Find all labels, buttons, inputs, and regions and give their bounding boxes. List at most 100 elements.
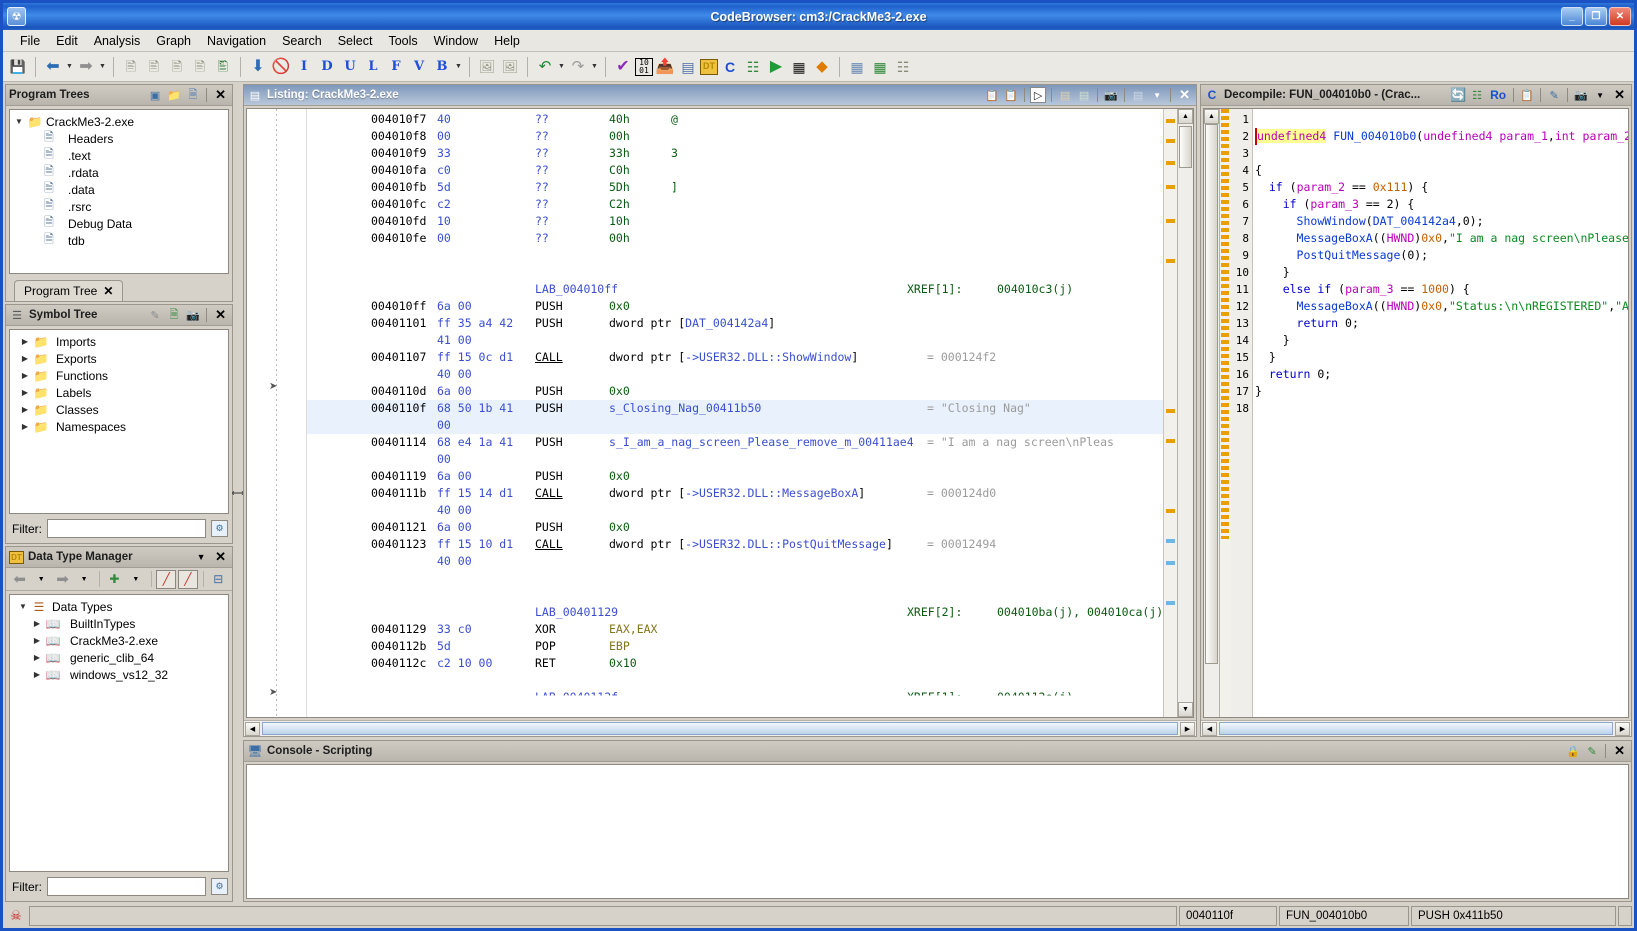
diff-view-icon[interactable]: ▤ bbox=[1057, 87, 1073, 103]
expand-twisty-icon[interactable]: ▼ bbox=[12, 117, 26, 126]
panel-menu-arrow-icon[interactable]: ▼ bbox=[193, 549, 209, 565]
maximize-button[interactable]: ❐ bbox=[1585, 7, 1607, 26]
listing-operand[interactable]: C0h bbox=[609, 162, 630, 179]
scroll-thumb[interactable] bbox=[1179, 126, 1192, 168]
next-instruction-icon[interactable]: 🖹 bbox=[120, 56, 142, 78]
ghidra-dragon-icon[interactable]: ☢ bbox=[7, 7, 26, 26]
filter-input[interactable] bbox=[47, 877, 206, 896]
tree-node-classes[interactable]: ▶ 📁 Classes bbox=[12, 401, 226, 418]
scroll-left-button[interactable]: ◀ bbox=[1202, 721, 1217, 736]
listing-operand[interactable]: 33h bbox=[609, 145, 630, 162]
filter-options-icon[interactable]: ⚙ bbox=[211, 878, 228, 895]
decompiler-line[interactable]: MessageBoxA((HWND)0x0,"Status:\n\nREGIST… bbox=[1255, 298, 1628, 315]
listing-operand[interactable]: 0x10 bbox=[609, 655, 637, 672]
filter-arrays-icon[interactable]: ╱ bbox=[178, 569, 198, 589]
tree-node-generic-clib-64[interactable]: ▶ 📖 generic_clib_64 bbox=[12, 649, 226, 666]
toggle-label-icon[interactable]: L bbox=[362, 56, 384, 78]
tree-node-data-types-root[interactable]: ▼ ☰ Data Types bbox=[12, 598, 226, 615]
listing-row-cont[interactable]: 00 bbox=[307, 417, 1163, 434]
expand-twisty-icon[interactable]: ▶ bbox=[18, 388, 32, 397]
save-icon[interactable]: 💾 bbox=[7, 56, 29, 78]
listing-row-instr[interactable]: 004010ff 6a 00 PUSH 0x0 bbox=[307, 298, 1163, 315]
tree-node-namespaces[interactable]: ▶ 📁 Namespaces bbox=[12, 418, 226, 435]
listing-horizontal-scrollbar[interactable]: ◀ ▶ bbox=[244, 720, 1196, 736]
listing-row-label[interactable]: LAB_00401129 XREF[2]: 004010ba(j), 004010c… bbox=[307, 604, 1163, 621]
next-label-icon[interactable]: 🖹 bbox=[189, 56, 211, 78]
back-dropdown-arrow-icon[interactable]: ▼ bbox=[65, 56, 74, 78]
decompiler-line[interactable]: if (param_3 == 2) { bbox=[1255, 196, 1628, 213]
listing-vertical-scrollbar[interactable]: ▲ ▼ bbox=[1177, 109, 1193, 717]
listing-row-blank[interactable] bbox=[307, 570, 1163, 587]
add-datatype-dropdown-arrow-icon[interactable]: ▼ bbox=[126, 570, 145, 589]
menu-navigation[interactable]: Navigation bbox=[199, 32, 274, 50]
listing-operand[interactable]: dword ptr [DAT_004142a4] bbox=[609, 315, 775, 332]
filter-options-icon[interactable]: ⚙ bbox=[211, 520, 228, 537]
listing-dropdown-arrow-icon[interactable]: ▼ bbox=[1149, 87, 1165, 103]
expand-twisty-icon[interactable]: ▶ bbox=[18, 405, 32, 414]
create-class-icon[interactable]: 🗎 bbox=[166, 307, 182, 323]
listing-row-data[interactable]: 004010f9 33?? 33h 3 bbox=[307, 145, 1163, 162]
decompiler-line[interactable]: } bbox=[1255, 383, 1628, 400]
listing-mnemonic[interactable]: CALL bbox=[535, 536, 563, 553]
decompiler-line[interactable]: MessageBoxA((HWND)0x0,"I am a nag screen… bbox=[1255, 230, 1628, 247]
listing-row-label[interactable]: LAB_004010ff XREF[1]: 004010c3(j) bbox=[307, 281, 1163, 298]
scroll-thumb[interactable] bbox=[262, 722, 1178, 735]
tree-node-windows-vs12-32[interactable]: ▶ 📖 windows_vs12_32 bbox=[12, 666, 226, 683]
toggle-view-icon[interactable]: V bbox=[408, 56, 430, 78]
listing-xref-value[interactable]: 004010ba(j), 004010ca(j) bbox=[997, 604, 1163, 621]
listing-fields-icon[interactable]: ▤ bbox=[1130, 87, 1146, 103]
ghidra-status-icon[interactable]: ☠ bbox=[5, 908, 27, 924]
refresh-icon[interactable]: 🔄 bbox=[1450, 87, 1466, 103]
scroll-down-button[interactable]: ▼ bbox=[1178, 702, 1193, 717]
scroll-track[interactable] bbox=[1178, 124, 1193, 702]
toggle-undefined-icon[interactable]: U bbox=[339, 56, 361, 78]
listing-icon[interactable]: ▤ bbox=[677, 56, 699, 78]
listing-mnemonic[interactable]: CALL bbox=[535, 485, 563, 502]
decompiler-marker-column[interactable] bbox=[1220, 109, 1231, 717]
memory-icon[interactable]: ▦ bbox=[788, 56, 810, 78]
menu-window[interactable]: Window bbox=[426, 32, 486, 50]
decompiler-line[interactable] bbox=[1255, 145, 1628, 162]
snapshot-copy-icon[interactable]: 🖼 bbox=[499, 56, 521, 78]
toggle-bytes-icon[interactable]: B bbox=[431, 56, 453, 78]
tree-node-crackme-archive[interactable]: ▶ 📖 CrackMe3-2.exe bbox=[12, 632, 226, 649]
function-graph-icon[interactable]: ☷ bbox=[742, 56, 764, 78]
import-icon[interactable]: 📤 bbox=[654, 56, 676, 78]
menu-tools[interactable]: Tools bbox=[380, 32, 425, 50]
scroll-right-button[interactable]: ▶ bbox=[1615, 721, 1630, 736]
listing-operand[interactable]: 0x0 bbox=[609, 298, 630, 315]
close-icon[interactable]: ✕ bbox=[212, 87, 229, 103]
listing-row-instr[interactable]: 00401119 6a 00 PUSH 0x0 bbox=[307, 468, 1163, 485]
next-function-icon[interactable]: 🖺 bbox=[212, 56, 234, 78]
listing-row-instr[interactable]: 0040112b 5d POP EBP bbox=[307, 638, 1163, 655]
tree-node-builtintypes[interactable]: ▶ 📖 BuiltInTypes bbox=[12, 615, 226, 632]
tree-node-functions[interactable]: ▶ 📁 Functions bbox=[12, 367, 226, 384]
decompiler-line[interactable]: return 0; bbox=[1255, 315, 1628, 332]
snapshot-camera-icon[interactable]: 📷 bbox=[1103, 87, 1119, 103]
tab-program-tree[interactable]: Program Tree ✕ bbox=[14, 280, 124, 301]
camera-icon[interactable]: 📷 bbox=[185, 307, 201, 323]
scroll-thumb[interactable] bbox=[1205, 124, 1218, 664]
listing-operand[interactable]: s_I_am_a_nag_screen_Please_remove_m_0041… bbox=[609, 434, 914, 451]
listing-row-instr[interactable]: 00401107 ff 15 0c d1 CALL dword ptr [->USER… bbox=[307, 349, 1163, 366]
decompiler-vertical-scrollbar[interactable]: ▲ bbox=[1204, 109, 1220, 717]
decompiler-code-area[interactable]: |undefined4 FUN_004010b0(undefined4 para… bbox=[1253, 109, 1628, 717]
decompiler-line[interactable]: { bbox=[1255, 162, 1628, 179]
program-trees-tree[interactable]: ▼ 📁 CrackMe3-2.exe 🗎 Headers 🗎 .text 🗎 .… bbox=[9, 109, 229, 274]
rename-icon[interactable]: ✎ bbox=[147, 307, 163, 323]
expand-twisty-icon[interactable]: ▶ bbox=[18, 337, 32, 346]
add-datatype-icon[interactable]: ✚ bbox=[105, 570, 124, 589]
resize-grip[interactable] bbox=[1618, 906, 1632, 926]
listing-row-cont[interactable]: 40 00 bbox=[307, 502, 1163, 519]
listing-row-cont[interactable]: 41 00 bbox=[307, 332, 1163, 349]
listing-row-instr[interactable]: 00401114 68 e4 1a 41 PUSH s_I_am_a_nag_scre… bbox=[307, 434, 1163, 451]
expand-twisty-icon[interactable]: ▼ bbox=[16, 602, 30, 611]
data-type-manager-tree[interactable]: ▼ ☰ Data Types ▶ 📖 BuiltInTypes ▶ 📖 Crac… bbox=[9, 594, 229, 872]
tree-node-labels[interactable]: ▶ 📁 Labels bbox=[12, 384, 226, 401]
tab-close-icon[interactable]: ✕ bbox=[103, 284, 113, 298]
expand-twisty-icon[interactable]: ▶ bbox=[30, 670, 44, 679]
listing-row-instr[interactable]: 0040110f 68 50 1b 41 PUSH s_Closing_Nag_004… bbox=[307, 400, 1163, 417]
listing-label[interactable]: LAB_00401129 bbox=[535, 604, 618, 621]
copy-tree-icon[interactable]: 🗎 bbox=[185, 87, 201, 103]
back-arrow-icon[interactable]: ⬅ bbox=[10, 570, 29, 589]
